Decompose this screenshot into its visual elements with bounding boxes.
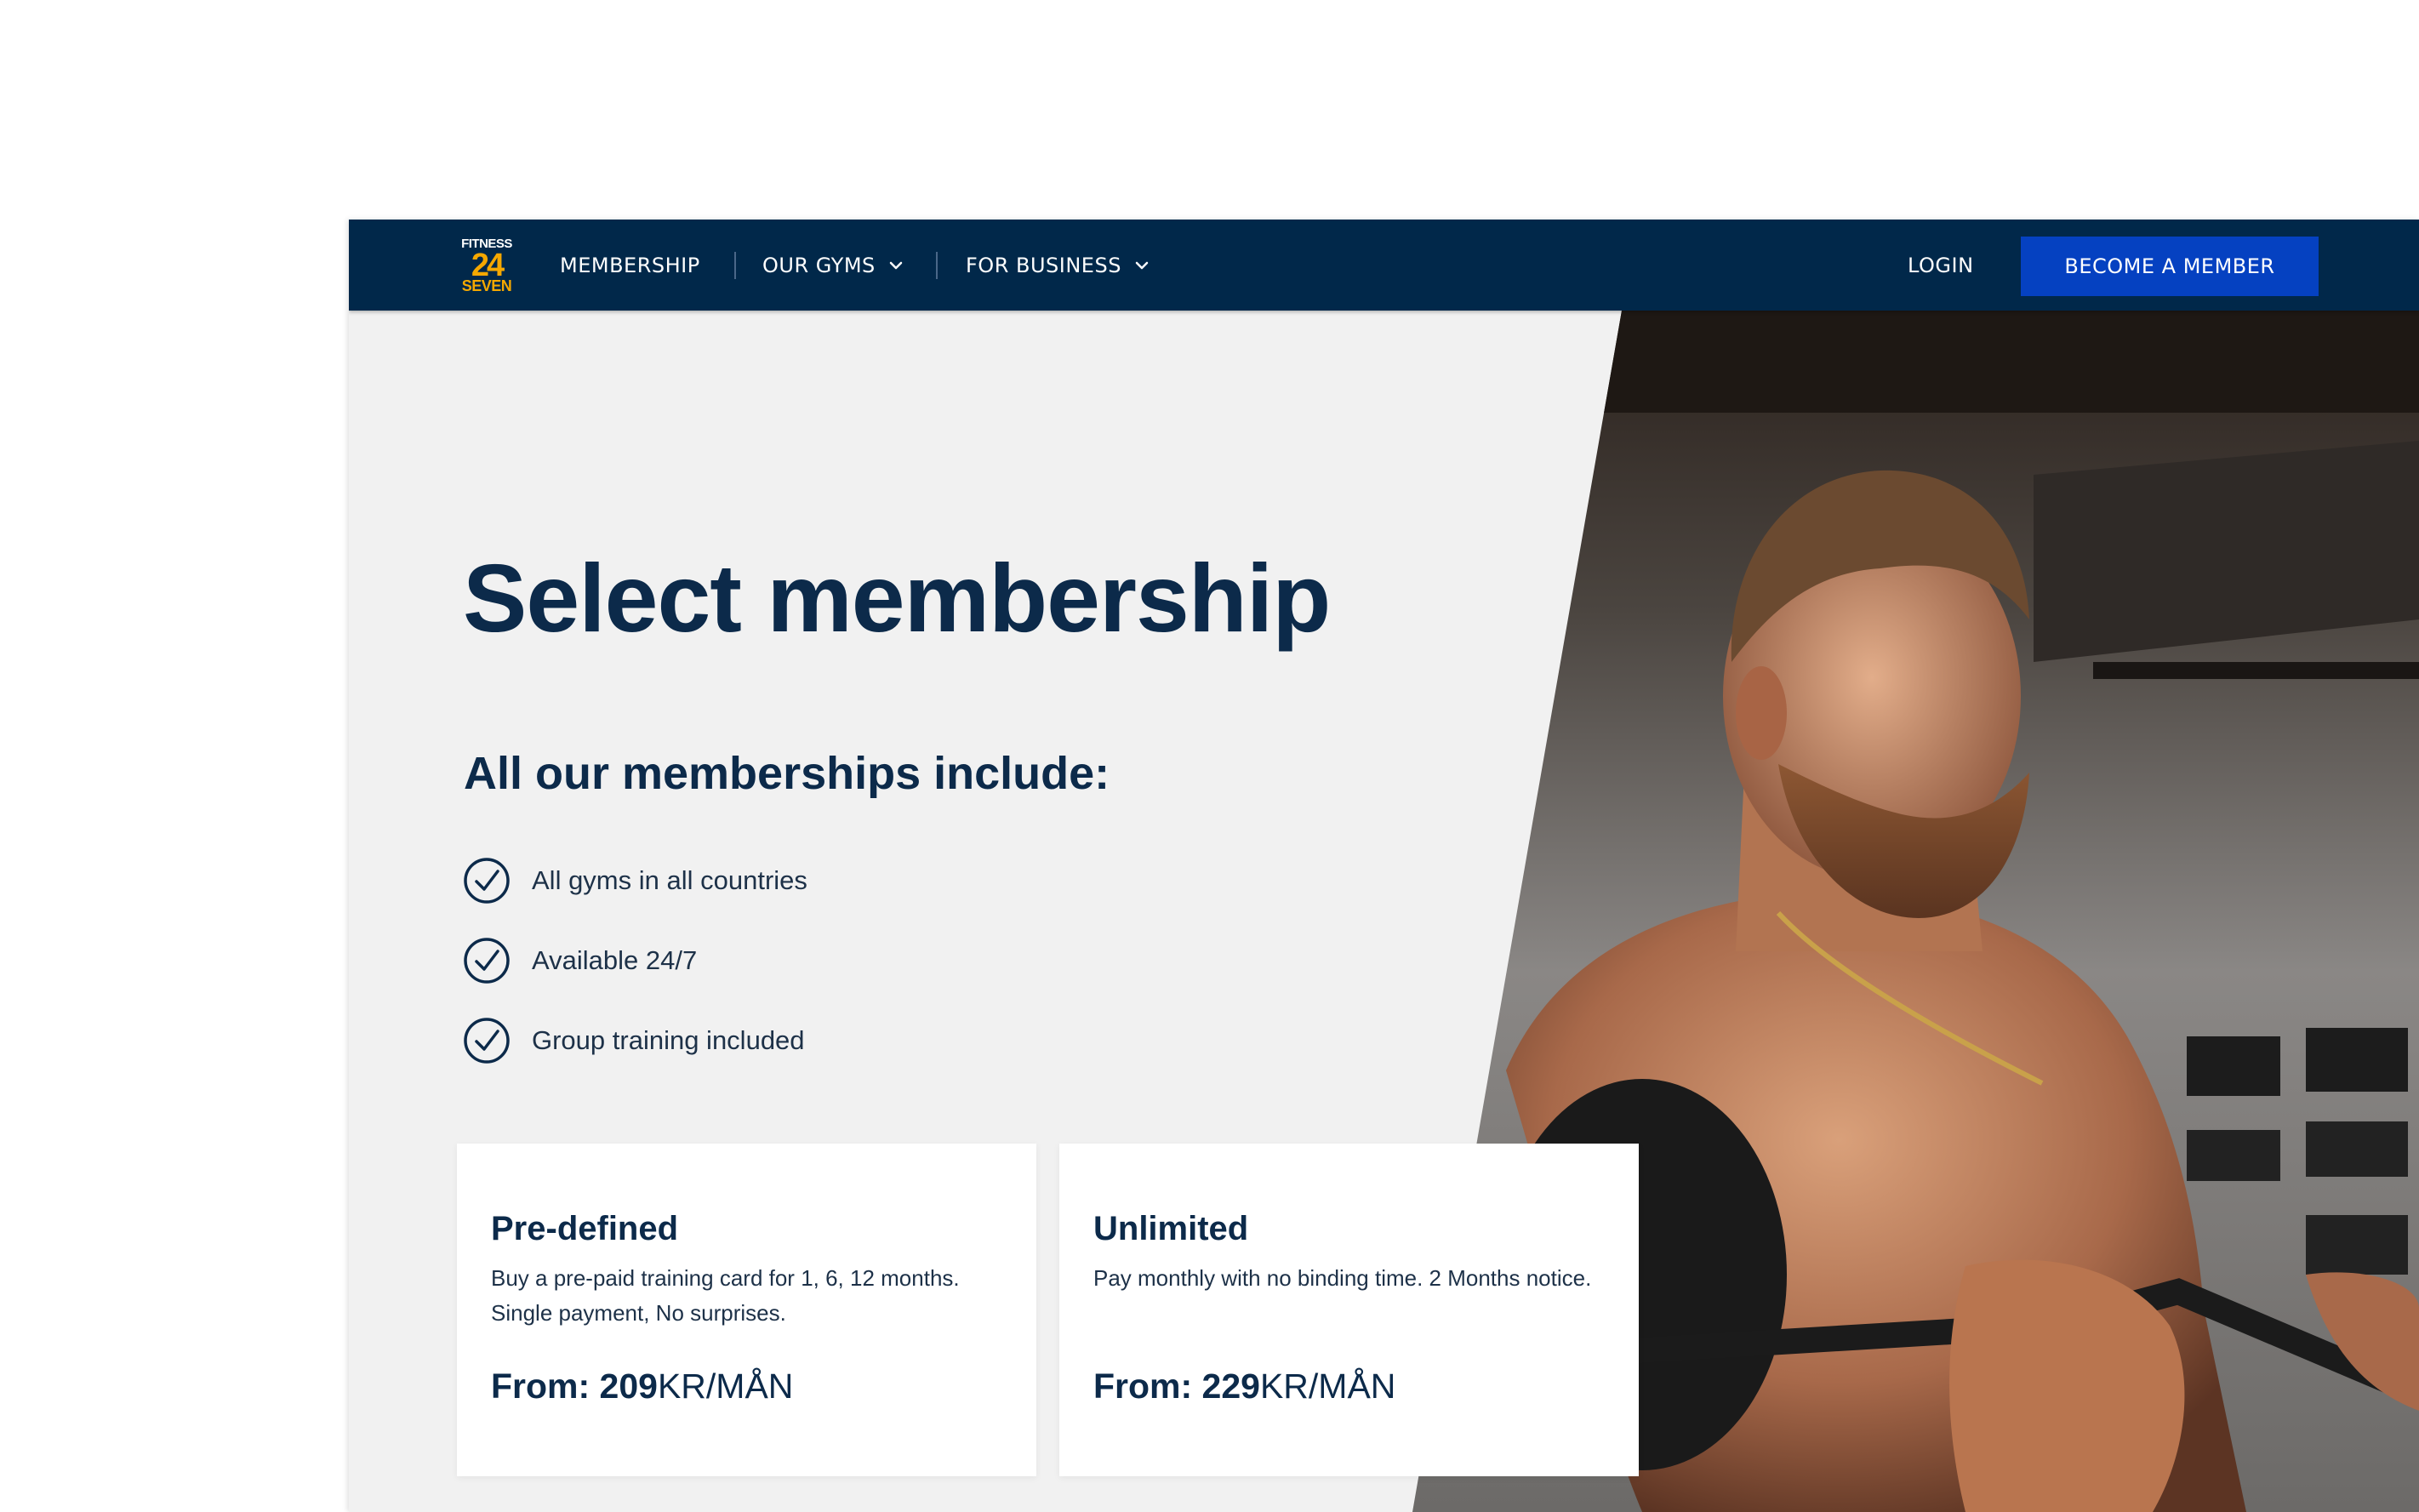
nav-membership-link[interactable]: MEMBERSHIP — [560, 220, 700, 311]
page-title: Select membership — [463, 545, 1331, 652]
nav-our-gyms-dropdown[interactable]: OUR GYMS — [762, 220, 903, 311]
nav-for-business-dropdown[interactable]: FOR BUSINESS — [966, 220, 1149, 311]
price-unit: KR/MÅN — [1259, 1367, 1396, 1406]
card-price: From: 209KR/MÅN — [491, 1367, 793, 1406]
feature-text: All gyms in all countries — [532, 865, 807, 895]
card-description: Pay monthly with no binding time. 2 Mont… — [1093, 1265, 1592, 1291]
top-navigation: FITNESS 24 SEVEN MEMBERSHIP OUR GYMS FOR… — [349, 220, 2419, 311]
nav-for-business-label: FOR BUSINESS — [966, 253, 1121, 277]
nav-divider — [936, 252, 938, 279]
feature-item: Available 24/7 — [463, 921, 807, 1001]
fitness24seven-logo[interactable]: FITNESS 24 SEVEN — [457, 237, 516, 294]
feature-item: All gyms in all countries — [463, 841, 807, 921]
membership-card-predefined[interactable]: Pre-defined Buy a pre-paid training card… — [457, 1144, 1036, 1476]
browser-viewport: FITNESS 24 SEVEN MEMBERSHIP OUR GYMS FOR… — [349, 220, 2419, 1512]
nav-our-gyms-label: OUR GYMS — [762, 253, 876, 277]
check-circle-icon — [464, 858, 510, 904]
price-amount: From: 229 — [1093, 1367, 1260, 1406]
feature-text: Available 24/7 — [532, 945, 698, 975]
card-description: Buy a pre-paid training card for 1, 6, 1… — [491, 1265, 960, 1326]
memberships-include-heading: All our memberships include: — [464, 748, 1110, 799]
card-price: From: 229KR/MÅN — [1093, 1367, 1395, 1406]
price-amount: From: 209 — [491, 1367, 658, 1406]
card-title: Unlimited — [1093, 1210, 1249, 1247]
feature-list: All gyms in all countries Available 24/7… — [463, 841, 807, 1081]
check-circle-icon — [464, 938, 510, 984]
price-unit: KR/MÅN — [657, 1367, 794, 1406]
feature-item: Group training included — [463, 1001, 807, 1081]
chevron-down-icon — [889, 261, 903, 269]
check-circle-icon — [464, 1018, 510, 1064]
nav-membership-label: MEMBERSHIP — [560, 253, 700, 277]
chevron-down-icon — [1135, 261, 1149, 269]
feature-text: Group training included — [532, 1025, 805, 1055]
login-link[interactable]: LOGIN — [1908, 220, 1974, 311]
card-title: Pre-defined — [491, 1210, 679, 1247]
logo-line-3: SEVEN — [461, 277, 512, 294]
nav-divider — [734, 252, 736, 279]
become-a-member-button[interactable]: BECOME A MEMBER — [2021, 237, 2319, 296]
membership-card-unlimited[interactable]: Unlimited Pay monthly with no binding ti… — [1059, 1144, 1639, 1476]
